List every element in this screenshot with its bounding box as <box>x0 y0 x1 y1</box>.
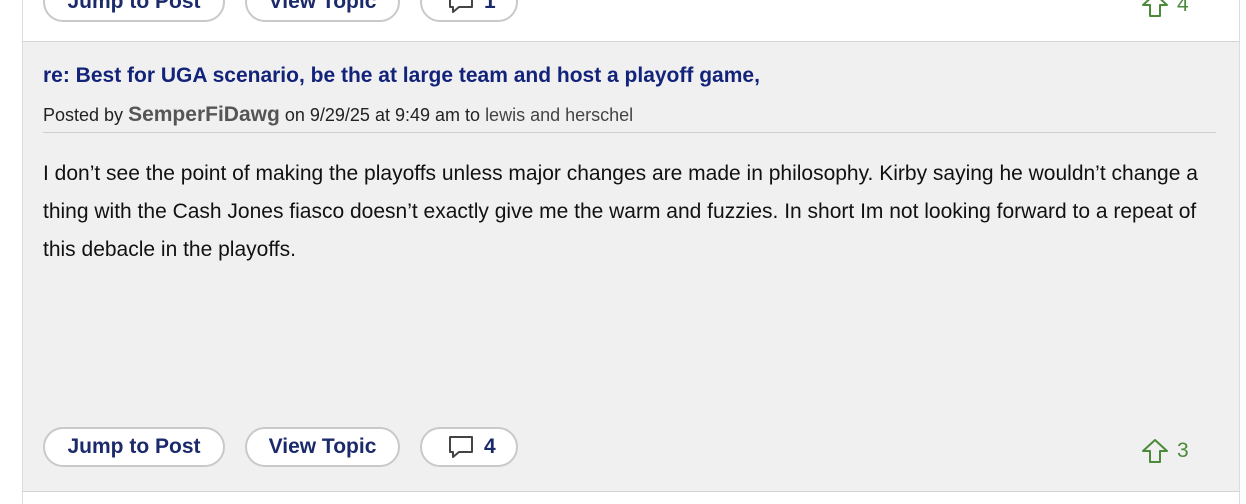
post-time: 9:49 am <box>394 105 461 125</box>
comment-count: 4 <box>484 435 496 458</box>
speech-bubble-icon <box>449 436 473 458</box>
jump-to-post-button[interactable]: Jump to Post <box>43 427 225 467</box>
meta-divider <box>43 132 1216 133</box>
to-label: to <box>465 105 481 125</box>
up-arrow-icon <box>1142 439 1168 463</box>
comments-button[interactable]: 1 <box>420 0 518 22</box>
post-title[interactable]: re: Best for UGA scenario, be the at lar… <box>43 64 760 88</box>
comments-button[interactable]: 4 <box>420 427 518 467</box>
jump-to-post-button[interactable]: Jump to Post <box>43 0 225 22</box>
next-post-edge <box>22 492 1240 504</box>
upvote-count: 4 <box>1177 0 1189 16</box>
view-topic-label: View Topic <box>268 435 377 458</box>
on-label: on <box>284 105 305 125</box>
post-meta: Posted by SemperFiDawg on 9/29/25 at 9:4… <box>43 103 633 127</box>
previous-post-footer: Jump to Post View Topic 1 4 <box>22 0 1240 42</box>
speech-bubble-icon <box>449 0 473 13</box>
post-body: I don’t see the point of making the play… <box>43 162 1198 261</box>
up-arrow-icon <box>1142 0 1168 17</box>
comment-count: 1 <box>484 0 496 13</box>
jump-to-post-label: Jump to Post <box>67 0 201 13</box>
posted-by-label: Posted by <box>43 105 124 125</box>
author-link[interactable]: SemperFiDawg <box>128 103 280 126</box>
post-date: 9/29/25 <box>309 105 370 125</box>
upvote-button[interactable]: 4 <box>1141 0 1189 18</box>
forum-post: re: Best for UGA scenario, be the at lar… <box>22 42 1240 492</box>
reply-to-link[interactable]: lewis and herschel <box>485 105 633 125</box>
upvote-button[interactable]: 3 <box>1141 438 1189 464</box>
upvote-count: 3 <box>1177 439 1189 462</box>
at-label: at <box>374 105 390 125</box>
jump-to-post-label: Jump to Post <box>67 435 201 458</box>
view-topic-button[interactable]: View Topic <box>245 427 400 467</box>
view-topic-label: View Topic <box>268 0 377 13</box>
view-topic-button[interactable]: View Topic <box>245 0 400 22</box>
